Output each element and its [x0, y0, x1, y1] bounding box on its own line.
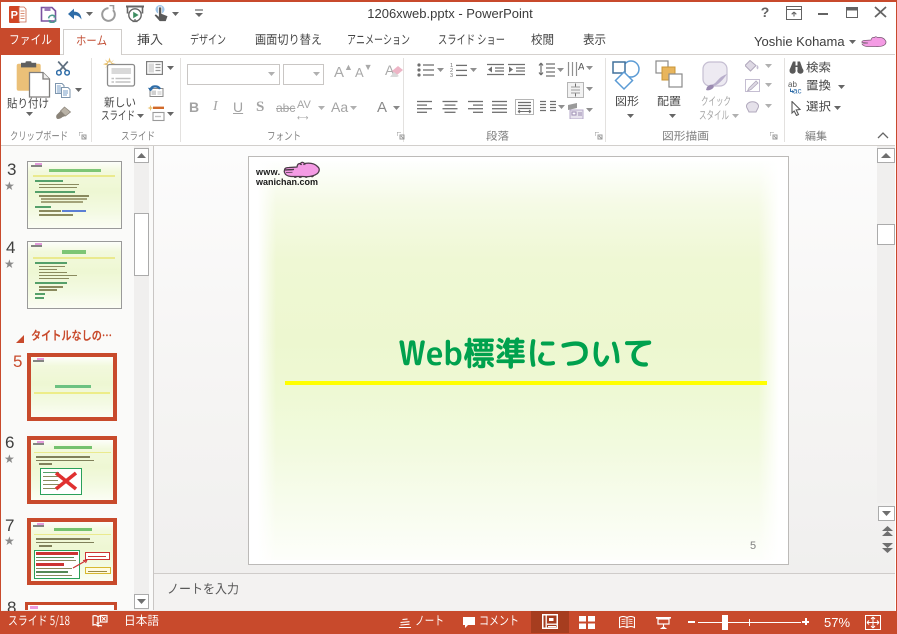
svg-text:3: 3 — [450, 73, 453, 78]
svg-text:A: A — [578, 62, 584, 73]
svg-text:P: P — [11, 10, 18, 22]
svg-text:ac: ac — [793, 87, 801, 95]
